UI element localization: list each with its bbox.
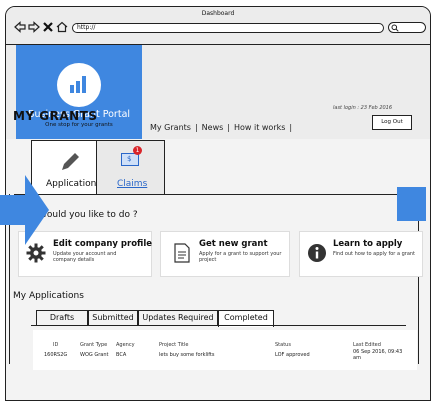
my-applications-heading: My Applications xyxy=(13,291,84,301)
document-icon xyxy=(174,243,190,263)
subtab-drafts[interactable]: Drafts xyxy=(36,310,88,325)
cell-grant-type: WOG Grant xyxy=(80,352,109,358)
close-icon[interactable] xyxy=(42,21,54,33)
browser-nav xyxy=(14,21,68,33)
applications-table: ID Grant Type Agency Project Title Statu… xyxy=(33,330,417,370)
browser-titlebar: Dashboard http:// xyxy=(6,7,430,45)
site-header: Business Grant Portal One stop for your … xyxy=(6,45,430,139)
action-title: Edit company profile xyxy=(53,239,153,249)
window-title: Dashboard xyxy=(201,10,235,17)
info-icon xyxy=(308,244,326,262)
nav-my-grants[interactable]: My Grants xyxy=(150,123,191,132)
money-symbol: $ xyxy=(127,155,132,163)
pencil-icon xyxy=(62,153,79,170)
action-title: Get new grant xyxy=(199,239,268,249)
bar-chart-icon xyxy=(70,76,86,93)
column-header: Project Title xyxy=(159,342,189,348)
action-desc: Update your account and company details xyxy=(53,251,117,263)
callout-arrow-left xyxy=(0,175,49,245)
column-header: Status xyxy=(275,342,291,348)
cell-status: LOF approved xyxy=(275,352,310,358)
column-header: Agency xyxy=(116,342,135,348)
last-login: last login : 23 Feb 2016 xyxy=(333,105,393,111)
cell-id[interactable]: 160RS2G xyxy=(44,352,67,358)
url-input[interactable]: http:// xyxy=(72,23,384,33)
gear-icon xyxy=(26,243,46,263)
nav-how-it-works[interactable]: How it works xyxy=(234,123,285,132)
forward-icon[interactable] xyxy=(28,21,40,33)
column-header: Last Edited xyxy=(353,342,381,348)
subtab-divider xyxy=(31,325,406,326)
page-title: MY GRANTS xyxy=(13,109,98,123)
back-icon[interactable] xyxy=(14,21,26,33)
action-title: Learn to apply xyxy=(333,239,403,249)
action-learn[interactable]: Learn to apply Find out how to apply for… xyxy=(299,231,423,277)
nav-separator: | xyxy=(194,123,198,132)
nav-separator: | xyxy=(227,123,230,132)
column-header: ID xyxy=(53,342,59,348)
logo[interactable]: Business Grant Portal One stop for your … xyxy=(16,45,142,139)
browser-window: Dashboard http:// Business Grant Portal … xyxy=(5,6,431,401)
action-desc: Apply for a grant to support your projec… xyxy=(199,251,282,263)
subtab-updates-required[interactable]: Updates Required xyxy=(138,310,218,325)
search-icon xyxy=(391,24,399,32)
browser-search[interactable] xyxy=(388,22,426,33)
notification-badge: 1 xyxy=(133,146,142,155)
cloud-chart-icon xyxy=(57,63,101,107)
logout-button[interactable]: Log Out xyxy=(372,115,412,130)
nav-news[interactable]: News xyxy=(202,123,224,132)
cell-project-title[interactable]: lets buy some forklifts xyxy=(159,352,215,358)
column-header: Grant Type xyxy=(80,342,108,348)
cell-last-edited: 06 Sep 2016, 09:43 am xyxy=(353,349,403,361)
action-new-grant[interactable]: Get new grant Apply for a grant to suppo… xyxy=(160,231,290,277)
top-nav: My Grants | News | How it works | xyxy=(150,123,292,132)
subtab-submitted[interactable]: Submitted xyxy=(88,310,138,325)
tab-claims[interactable]: $ 1 Claims xyxy=(97,140,165,195)
nav-separator: | xyxy=(289,123,293,132)
callout-marker-right xyxy=(397,187,426,221)
tab-claims-label: Claims xyxy=(117,179,148,189)
tab-applications-label: Applications xyxy=(46,179,101,189)
home-icon[interactable] xyxy=(56,21,68,33)
cell-agency: BCA xyxy=(116,352,127,358)
action-desc: Find out how to apply for a grant xyxy=(333,251,416,257)
